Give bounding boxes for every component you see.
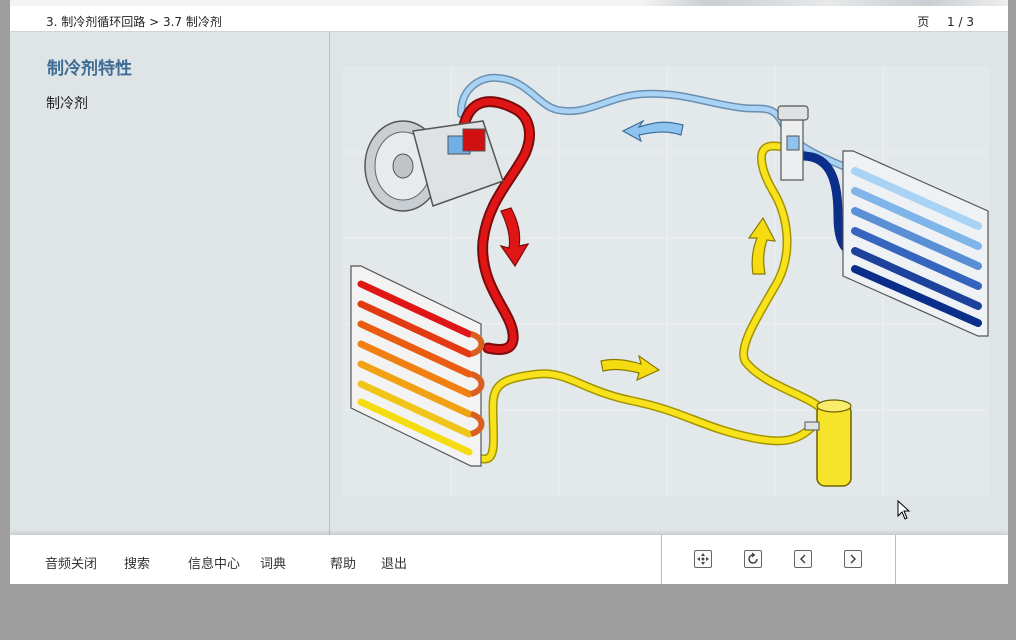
app-window: 3. 制冷剂循环回路 > 3.7 制冷剂 页 1 / 3 制冷剂特性 制冷剂 音… [10, 0, 1008, 584]
page-indicator: 页 1 / 3 [911, 13, 974, 30]
search-button[interactable]: 搜索 [124, 553, 150, 572]
audio-off-button[interactable]: 音频关闭 [45, 553, 97, 572]
divider [661, 535, 662, 584]
page-title: 制冷剂特性 [47, 59, 132, 79]
refrigerant-circuit-diagram [343, 66, 989, 496]
footer-toolbar: 音频关闭 搜索 信息中心 词典 帮助 退出 [10, 535, 1008, 584]
chevron-right-icon [850, 554, 857, 564]
exit-button[interactable]: 退出 [381, 553, 407, 572]
page-number: 1 / 3 [947, 15, 974, 29]
info-center-button[interactable]: 信息中心 [188, 553, 240, 572]
help-button[interactable]: 帮助 [330, 553, 356, 572]
refresh-button[interactable] [744, 550, 762, 568]
expand-icon [697, 553, 709, 565]
dictionary-button[interactable]: 词典 [260, 553, 286, 572]
chevron-left-icon [799, 554, 806, 564]
mouse-cursor-icon [897, 500, 911, 520]
expansion-valve [777, 105, 809, 181]
refresh-icon [748, 552, 758, 564]
page-label: 页 [917, 15, 930, 29]
next-page-button[interactable] [844, 550, 862, 568]
previous-page-button[interactable] [794, 550, 812, 568]
breadcrumb: 3. 制冷剂循环回路 > 3.7 制冷剂 [46, 15, 222, 29]
section-subtitle: 制冷剂 [46, 96, 88, 112]
divider [895, 535, 896, 584]
expand-button[interactable] [694, 550, 712, 568]
